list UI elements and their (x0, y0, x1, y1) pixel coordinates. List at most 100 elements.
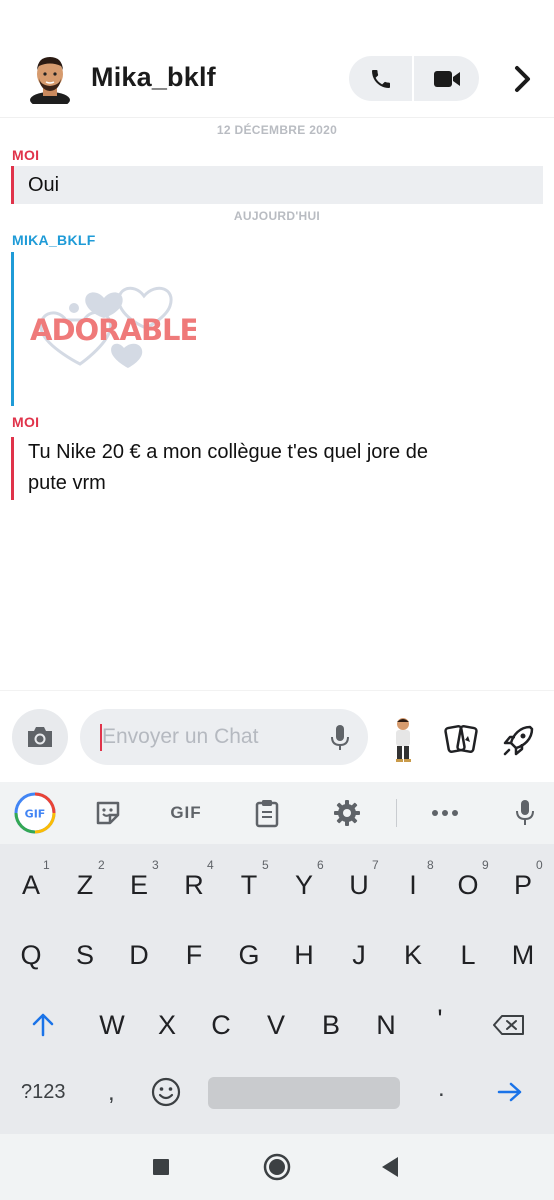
key-a[interactable]: A (6, 870, 56, 901)
sender-label-other: MIKA_BKLF (12, 232, 96, 248)
key-hint: 3 (152, 858, 159, 872)
voice-input-button[interactable] (512, 794, 538, 832)
key-h[interactable]: H (279, 940, 329, 971)
key-x[interactable]: X (142, 1010, 192, 1041)
voice-call-button[interactable] (349, 56, 414, 101)
bitmoji-icon (396, 718, 411, 762)
key-q[interactable]: Q (6, 940, 56, 971)
chat-message-input[interactable] (80, 709, 368, 765)
comma-key[interactable]: , (108, 1079, 115, 1107)
key-hint: 5 (262, 858, 269, 872)
microphone-icon (516, 800, 534, 825)
video-call-button[interactable] (414, 56, 479, 101)
sender-label-me: MOI (12, 414, 40, 430)
key-g[interactable]: G (224, 940, 274, 971)
settings-button[interactable] (333, 794, 361, 832)
key-b[interactable]: B (306, 1010, 356, 1041)
key-r[interactable]: R (169, 870, 219, 901)
emoji-icon (151, 1077, 181, 1107)
chat-input-bar (0, 690, 554, 782)
key-hint: 4 (207, 858, 214, 872)
key-l[interactable]: L (443, 940, 493, 971)
shift-arrow-icon (32, 1013, 54, 1037)
symbols-key[interactable]: ?123 (21, 1081, 66, 1104)
back-triangle-icon (382, 1157, 398, 1177)
key-k[interactable]: K (388, 940, 438, 971)
adorable-sticker: ADORABLE (30, 286, 196, 368)
message-bubble[interactable]: Tu Nike 20 € a mon collègue t'es quel jo… (11, 437, 543, 500)
text-caret (100, 724, 102, 751)
back-button[interactable] (380, 1156, 400, 1178)
system-navigation-bar (0, 1134, 554, 1200)
key-f[interactable]: F (169, 940, 219, 971)
key-hint: 2 (98, 858, 105, 872)
key-t[interactable]: T (224, 870, 274, 901)
contact-name[interactable]: Mika_bklf (91, 62, 216, 93)
gif-button[interactable]: GIF (166, 794, 206, 832)
home-circle-icon (263, 1153, 291, 1181)
snap-games-button[interactable] (500, 721, 538, 759)
date-separator: AUJOURD'HUI (233, 209, 321, 223)
key-p[interactable]: P (498, 870, 548, 901)
chat-header: Mika_bklf (0, 0, 554, 118)
key-o[interactable]: O (443, 870, 493, 901)
key-y[interactable]: Y (279, 870, 329, 901)
key-hint: 0 (536, 858, 543, 872)
key-n[interactable]: N (361, 1010, 411, 1041)
key-u[interactable]: U (334, 870, 384, 901)
video-camera-icon (433, 70, 460, 87)
sticker-button[interactable] (93, 794, 123, 832)
more-chevron-button[interactable] (508, 62, 538, 96)
emoji-key[interactable] (151, 1077, 181, 1113)
sticker-message[interactable]: ADORABLE (11, 252, 196, 406)
more-button[interactable] (430, 794, 460, 832)
cards-icon (444, 725, 478, 753)
home-button[interactable] (263, 1153, 291, 1181)
backspace-key[interactable] (492, 1014, 526, 1042)
key-hint: 8 (427, 858, 434, 872)
microphone-button[interactable] (328, 724, 352, 752)
gif-search-icon: GIF (14, 792, 56, 834)
date-separator: 12 DÉCEMBRE 2020 (216, 123, 338, 137)
microphone-icon (331, 725, 349, 750)
arrow-right-icon (497, 1082, 522, 1102)
shift-key[interactable] (30, 1012, 56, 1044)
rocket-icon (503, 725, 534, 756)
key-j[interactable]: J (334, 940, 384, 971)
more-icon (432, 810, 458, 816)
space-key[interactable] (208, 1077, 400, 1109)
key-z[interactable]: Z (60, 870, 110, 901)
clipboard-icon (255, 800, 279, 828)
key-apostrophe[interactable]: ' (415, 1004, 465, 1035)
key-e[interactable]: E (114, 870, 164, 901)
gear-icon (334, 800, 360, 826)
key-w[interactable]: W (87, 1010, 137, 1041)
enter-key[interactable] (496, 1080, 524, 1110)
period-key[interactable]: . (438, 1075, 445, 1103)
key-hint: 7 (372, 858, 379, 872)
clipboard-button[interactable] (253, 794, 281, 832)
camera-button[interactable] (12, 709, 68, 765)
gif-search-button[interactable]: GIF (14, 791, 56, 835)
bitmoji-button[interactable] (388, 717, 418, 763)
keyboard-toolbar: GIF GIF (0, 782, 554, 844)
key-hint: 6 (317, 858, 324, 872)
contact-avatar[interactable] (26, 52, 74, 108)
backspace-icon (493, 1015, 524, 1035)
key-c[interactable]: C (196, 1010, 246, 1041)
keyboard: GIF GIF A 1 Z 2 E 3 R 4 T 5 Y 6 U 7 I 8 … (0, 782, 554, 1134)
cards-button[interactable] (442, 721, 480, 759)
message-bubble[interactable]: Oui (11, 166, 543, 204)
recents-button[interactable] (152, 1158, 170, 1176)
key-i[interactable]: I (388, 870, 438, 901)
key-v[interactable]: V (251, 1010, 301, 1041)
message-text-line-1: Tu Nike 20 € a mon collègue t'es quel jo… (28, 441, 428, 463)
key-m[interactable]: M (498, 940, 548, 971)
toolbar-divider (396, 799, 397, 827)
key-s[interactable]: S (60, 940, 110, 971)
message-text-line-2: pute vrm (28, 472, 106, 494)
message-text: Oui (28, 174, 60, 196)
recents-square-icon (153, 1159, 169, 1175)
key-d[interactable]: D (114, 940, 164, 971)
key-hint: 1 (43, 858, 50, 872)
